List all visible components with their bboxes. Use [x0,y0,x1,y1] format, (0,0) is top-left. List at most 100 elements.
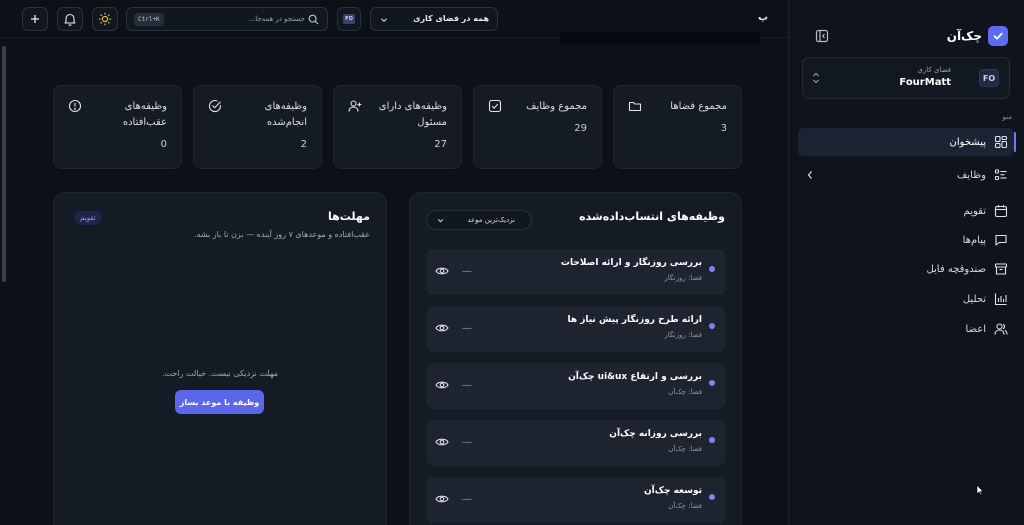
shortcut-hint: Ctrl+K [134,13,164,26]
sidebar-item-members[interactable]: اعضا [798,315,1014,343]
priority-dot [709,437,715,443]
panel-subtitle: عقب‌افتاده و موعدهای ۷ روز آینده — بزن ت… [194,230,370,239]
priority-dot [709,323,715,329]
sort-select[interactable]: نزدیک‌ترین موعد [426,210,532,230]
user-plus-icon [348,99,362,113]
sidebar-item-calendar[interactable]: تقویم [798,197,1014,225]
sidebar-item-label: پیام‌ها [962,234,986,246]
task-item[interactable]: ارائه طرح روزنگار پیش نیاز ها فضا: روزنگ… [426,306,726,352]
members-icon [994,322,1008,336]
task-title: ارائه طرح روزنگار پیش نیاز ها [567,315,702,325]
sidebar-item-analytics[interactable]: تحلیل [798,285,1014,313]
workspace-mini-button[interactable]: FO [337,7,361,31]
sidebar-item-label: تحلیل [962,293,986,305]
priority-dot [709,266,715,272]
eye-icon[interactable] [435,493,449,505]
notifications-button[interactable] [57,7,83,31]
stat-card-completed-tasks: وظیفه‌های انجام‌شده 2 [193,85,322,169]
tooltip-overlay [560,32,760,44]
task-due: — [462,437,472,448]
task-item[interactable]: بررسی روزانه چک‌آن فضا: چک‌آن — [426,420,726,466]
task-due: — [462,323,472,334]
eye-icon[interactable] [435,379,449,391]
workspace-avatar: FO [979,69,999,87]
task-item[interactable]: بررسی روزنگار و ارائه اصلاحات فضا: روزنگ… [426,249,726,295]
brand[interactable]: چک‌آن [947,26,1008,46]
add-button[interactable] [22,7,48,31]
stat-label: وظیفه‌های دارای مسئول [378,101,447,128]
workspace-switcher[interactable]: FO فضای کاری FourMatt [802,57,1010,99]
workspace-mini-badge: FO [343,14,355,24]
search-input[interactable] [175,12,305,26]
workspace-label: فضای کاری [917,66,951,74]
chevron-left-icon[interactable] [806,170,814,180]
stat-label: وظیفه‌های انجام‌شده [264,101,307,128]
stat-value: 3 [720,123,727,134]
truncated-page-title: پ [758,12,769,23]
workspace-filter-value: همه در فضای کاری [413,14,489,23]
sidebar-collapse-icon[interactable] [815,29,829,43]
sidebar-item-tasks[interactable]: وظایف [798,161,1014,189]
task-title: بررسی روزانه چک‌آن [609,429,702,439]
stat-value: 2 [300,139,307,150]
checkbox-icon [488,99,502,113]
global-search[interactable]: Ctrl+K [126,7,328,31]
task-due: — [462,494,472,505]
app-name: چک‌آن [946,29,982,43]
analytics-icon [994,292,1008,306]
panel-title: مهلت‌ها [328,210,370,223]
folder-icon [628,99,642,113]
eye-icon[interactable] [435,322,449,334]
empty-state-text: مهلت نزدیکی نیست. خیالت راحت. [162,369,278,378]
stat-card-total-tasks: مجموع وظایف 29 [473,85,602,169]
sidebar-item-dashboard[interactable]: پیشخوان [798,128,1016,156]
deadlines-panel: مهلت‌ها عقب‌افتاده و موعدهای ۷ روز آینده… [53,192,387,525]
task-space: فضا: روزنگار [664,274,702,282]
task-title: بررسی روزنگار و ارائه اصلاحات [560,258,702,268]
calendar-link-badge[interactable]: تقویم [74,211,102,225]
stat-value: 29 [574,123,587,134]
check-logo-icon [988,26,1008,46]
message-icon [994,233,1008,247]
create-task-with-deadline-button[interactable]: وظیفه با موعد بساز [175,390,264,414]
plus-icon [29,13,41,25]
dashboard-icon [994,135,1008,149]
check-circle-icon [208,99,222,113]
theme-toggle-button[interactable] [92,7,118,31]
stat-card-overdue-tasks: وظیفه‌های عقب‌افتاده 0 [53,85,182,169]
task-item[interactable]: بررسی و ارتقاع ui&ux چک‌آن فضا: چک‌آن — [426,363,726,409]
sidebar-item-label: وظایف [957,169,986,181]
sidebar-item-messages[interactable]: پیام‌ها [798,226,1014,254]
archive-icon [994,262,1008,276]
calendar-icon [994,204,1008,218]
task-space: فضا: چک‌آن [668,445,702,453]
task-item[interactable]: توسعه چک‌آن فضا: چک‌آن — [426,477,726,523]
stat-value: 0 [160,139,167,150]
workspace-filter-select[interactable]: همه در فضای کاری [370,7,498,31]
task-title: توسعه چک‌آن [643,486,702,496]
menu-section-label: منو [1002,113,1012,121]
eye-icon[interactable] [435,265,449,277]
chevron-down-icon [380,16,388,24]
bell-icon [63,12,77,26]
stat-label: مجموع وظایف [526,101,587,112]
priority-dot [709,494,715,500]
search-icon [308,14,319,25]
task-title: بررسی و ارتقاع ui&ux چک‌آن [568,372,702,382]
scrollbar[interactable] [2,46,6,282]
task-due: — [462,380,472,391]
priority-dot [709,380,715,386]
mouse-cursor-icon [976,484,984,496]
sidebar: چک‌آن FO فضای کاری FourMatt منو پیشخوان … [788,0,1024,525]
task-space: فضا: چک‌آن [668,388,702,396]
tasks-icon [994,168,1008,182]
sidebar-item-file-box[interactable]: صندوقچه فایل [798,255,1014,283]
stat-card-assigned-tasks: وظیفه‌های دارای مسئول 27 [333,85,462,169]
sidebar-item-label: اعضا [965,323,986,335]
stat-value: 27 [434,139,447,150]
task-due: — [462,266,472,277]
eye-icon[interactable] [435,436,449,448]
task-space: فضا: روزنگار [664,331,702,339]
alert-circle-icon [68,99,82,113]
workspace-name: FourMatt [899,77,951,88]
